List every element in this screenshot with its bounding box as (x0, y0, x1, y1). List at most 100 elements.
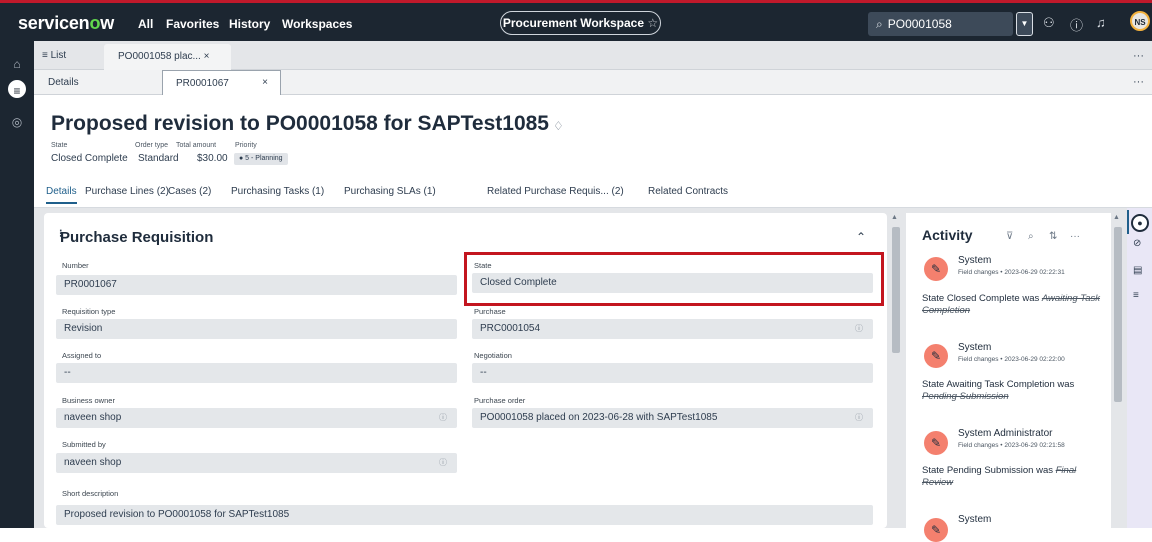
pr-subtab[interactable]: PR0001067 × (162, 70, 281, 96)
tab-purchasing-tasks[interactable]: Purchasing Tasks (1) (231, 186, 324, 197)
priority-badge: ● 5 - Planning (234, 153, 288, 165)
negotiation-label: Negotiation (474, 351, 512, 360)
workspace-label: Procurement Workspace (502, 16, 645, 30)
scroll-up-icon[interactable]: ▲ (891, 214, 898, 221)
more-icon[interactable]: ··· (1133, 50, 1144, 62)
number-label: Number (62, 261, 89, 270)
negotiation-field[interactable]: -- (472, 363, 873, 383)
more-icon[interactable]: ··· (1070, 231, 1080, 242)
short-description-value: Proposed revision to PO0001058 for SAPTe… (64, 509, 290, 520)
field-name: State (922, 379, 945, 390)
number-field[interactable]: PR0001067 (56, 275, 457, 295)
tab-cases[interactable]: Cases (2) (168, 186, 211, 197)
activity-meta: Field changes • 2023-06-29 02:21:58 (958, 442, 1065, 449)
activity-scrollbar[interactable]: ▲ (1111, 213, 1125, 528)
purchase-order-field[interactable]: PO0001058 placed on 2023-06-28 with SAPT… (472, 408, 873, 428)
meta-state: Closed Complete (51, 153, 128, 164)
activity-author: System Administrator (958, 428, 1053, 439)
activity-author: System (958, 342, 992, 353)
search-value: PO0001058 (887, 17, 952, 31)
left-app-rail: ⌂ ≡ ◎ (0, 41, 34, 528)
close-icon[interactable]: × (262, 77, 268, 88)
edit-icon: ✎ (924, 518, 948, 542)
record-header: Proposed revision to PO0001058 for SAPTe… (34, 95, 1152, 208)
tag-icon[interactable]: ♢ (553, 119, 564, 133)
nav-history[interactable]: History (229, 17, 270, 31)
record-tab[interactable]: PO0001058 plac... × (104, 44, 231, 70)
page-title: Proposed revision to PO0001058 for SAPTe… (51, 112, 564, 136)
requisition-type-value: Revision (64, 323, 103, 334)
submitted-by-value: naveen shop (64, 457, 122, 468)
was-label: was (1022, 293, 1040, 304)
nav-favorites[interactable]: Favorites (166, 17, 219, 31)
help-icon[interactable]: ⓘ (1070, 15, 1083, 34)
title-text: Proposed revision to PO0001058 for SAPTe… (51, 112, 549, 135)
dashboard-icon[interactable]: ◎ (8, 113, 26, 131)
submitted-by-label: Submitted by (62, 440, 106, 449)
short-description-field[interactable]: Proposed revision to PO0001058 for SAPTe… (56, 505, 873, 525)
subtab-bar: Details PR0001067 × ··· (34, 70, 1152, 96)
nav-all[interactable]: All (138, 17, 153, 31)
tab-purchasing-slas[interactable]: Purchasing SLAs (1) (344, 186, 436, 197)
sort-icon[interactable]: ⇅ (1049, 231, 1057, 242)
activity-title: Activity (922, 227, 973, 243)
scrollbar-thumb[interactable] (892, 227, 900, 353)
chat-icon[interactable]: ⚇ (1043, 15, 1055, 31)
tab-related-purchase-requisitions[interactable]: Related Purchase Requis... (2) (487, 186, 624, 197)
tab-details[interactable]: Details (46, 186, 77, 204)
workspace-switcher[interactable]: Procurement Workspace ☆ (500, 11, 661, 35)
negotiation-value: -- (480, 367, 487, 378)
meta-label-priority: Priority (235, 142, 257, 149)
menu-icon[interactable]: ≡ (1133, 290, 1139, 301)
notification-bell-icon[interactable]: ♫ (1096, 15, 1106, 30)
scrollbar-thumb[interactable] (1114, 227, 1122, 402)
document-icon[interactable]: ▤ (1133, 265, 1142, 276)
requisition-type-label: Requisition type (62, 307, 116, 316)
tab-related-contracts[interactable]: Related Contracts (648, 186, 728, 197)
more-icon[interactable]: ··· (1133, 76, 1144, 88)
activity-meta: Field changes • 2023-06-29 02:22:00 (958, 356, 1065, 363)
nav-workspaces[interactable]: Workspaces (282, 17, 352, 31)
user-avatar[interactable]: NS (1130, 11, 1150, 31)
search-scope-dropdown[interactable]: ▼ (1016, 12, 1033, 36)
filter-icon[interactable]: ⊽ (1006, 231, 1013, 242)
activity-change: State Closed Complete was Awaiting Task … (922, 293, 1102, 317)
meta-label-state: State (51, 142, 68, 149)
business-owner-field[interactable]: naveen shop ⓘ (56, 408, 457, 428)
top-navigation-bar: servicenow All Favorites History Workspa… (0, 0, 1152, 41)
tab-purchase-lines[interactable]: Purchase Lines (2) (85, 186, 169, 197)
servicenow-logo[interactable]: servicenow (18, 13, 114, 34)
search-icon[interactable]: ⌕ (1028, 231, 1034, 242)
section-title: Purchase Requisition (60, 229, 214, 246)
edit-icon: ✎ (924, 257, 948, 281)
star-icon[interactable]: ☆ (647, 16, 658, 30)
requisition-type-field[interactable]: Revision (56, 319, 457, 339)
home-icon[interactable]: ⌂ (8, 55, 26, 73)
was-label: was (1036, 465, 1053, 476)
info-icon[interactable]: ⓘ (855, 408, 863, 428)
close-icon[interactable]: × (204, 51, 210, 62)
info-icon[interactable]: ⓘ (439, 408, 447, 428)
info-icon[interactable]: ⓘ (855, 319, 863, 339)
activity-panel: Activity ⊽ ⌕ ⇅ ··· ✎ System Field change… (906, 213, 1111, 542)
new-value: Awaiting Task Completion (946, 379, 1055, 390)
meta-order-type: Standard (138, 153, 179, 164)
list-tab[interactable]: ≡ List (42, 50, 66, 61)
list-icon[interactable]: ≡ (6, 78, 28, 100)
submitted-by-field[interactable]: naveen shop ⓘ (56, 453, 457, 473)
new-value: Pending Submission (946, 465, 1034, 476)
form-scrollbar[interactable]: ▲ (889, 213, 903, 528)
purchase-field[interactable]: PRC0001054 ⓘ (472, 319, 873, 339)
highlight-box (464, 252, 884, 306)
details-subtab[interactable]: Details (48, 77, 79, 88)
activity-change: State Awaiting Task Completion was Pendi… (922, 379, 1102, 403)
attachment-icon[interactable]: ⊘ (1133, 238, 1141, 249)
info-icon[interactable]: ⓘ (439, 453, 447, 473)
activity-author: System (958, 255, 992, 266)
global-search-input[interactable]: ⌕ PO0001058 (868, 12, 1013, 36)
chevron-up-icon[interactable]: ⌃ (856, 230, 866, 244)
assigned-to-field[interactable]: -- (56, 363, 457, 383)
activity-stream-icon[interactable]: ● (1131, 214, 1149, 232)
scroll-up-icon[interactable]: ▲ (1113, 214, 1120, 221)
assigned-to-label: Assigned to (62, 351, 102, 360)
